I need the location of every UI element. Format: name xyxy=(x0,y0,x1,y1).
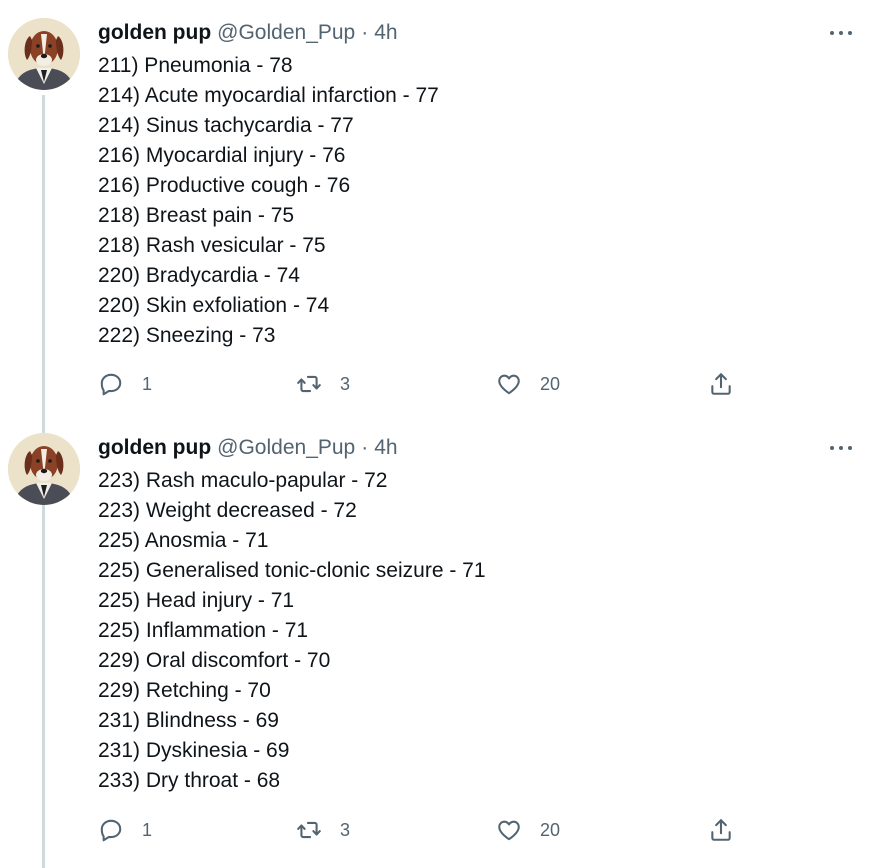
list-item: 225) Inflammation - 71 xyxy=(98,619,309,642)
share-button[interactable] xyxy=(708,368,734,400)
list-item: 222) Sneezing - 73 xyxy=(98,324,276,347)
timestamp[interactable]: 4h xyxy=(374,21,397,45)
list-item: 216) Myocardial injury - 76 xyxy=(98,144,346,167)
more-icon[interactable] xyxy=(830,437,852,459)
list-item: 220) Skin exfoliation - 74 xyxy=(98,294,330,317)
tweet-text: 223) Rash maculo-papular - 72 223) Weigh… xyxy=(98,466,486,796)
more-icon[interactable] xyxy=(830,22,852,44)
retweet-count: 3 xyxy=(340,819,351,840)
tweet-header: golden pup @Golden_Pup · 4h xyxy=(98,433,398,463)
list-item: 225) Anosmia - 71 xyxy=(98,529,269,552)
list-item: 223) Rash maculo-papular - 72 xyxy=(98,469,388,492)
retweet-icon xyxy=(297,375,321,393)
list-item: 218) Rash vesicular - 75 xyxy=(98,234,326,257)
retweet-button[interactable]: 3 xyxy=(296,814,350,846)
like-count: 20 xyxy=(540,373,561,394)
list-item: 231) Blindness - 69 xyxy=(98,709,279,732)
reply-icon xyxy=(100,373,122,396)
list-item: 214) Sinus tachycardia - 77 xyxy=(98,114,354,137)
reply-count: 1 xyxy=(142,819,153,840)
avatar[interactable] xyxy=(8,18,80,90)
separator-dot: · xyxy=(361,436,369,459)
heart-icon xyxy=(498,374,520,395)
author-name[interactable]: golden pup xyxy=(98,21,211,45)
list-item: 211) Pneumonia - 78 xyxy=(98,54,293,77)
list-item: 223) Weight decreased - 72 xyxy=(98,499,357,522)
reply-button[interactable]: 1 xyxy=(98,368,152,400)
like-button[interactable]: 20 xyxy=(496,368,560,400)
list-item: 218) Breast pain - 75 xyxy=(98,204,295,227)
reply-button[interactable]: 1 xyxy=(98,814,152,846)
retweet-button[interactable]: 3 xyxy=(296,368,350,400)
author-name[interactable]: golden pup xyxy=(98,436,211,460)
avatar[interactable] xyxy=(8,433,80,505)
list-item: 229) Retching - 70 xyxy=(98,679,271,702)
reply-count: 1 xyxy=(142,373,153,394)
list-item: 220) Bradycardia - 74 xyxy=(98,264,300,287)
list-item: 216) Productive cough - 76 xyxy=(98,174,351,197)
list-item: 214) Acute myocardial infarction - 77 xyxy=(98,84,439,107)
share-button[interactable] xyxy=(708,814,734,846)
tweet[interactable]: golden pup @Golden_Pup · 4h 223) Rash ma… xyxy=(0,415,879,868)
tweet-header: golden pup @Golden_Pup · 4h xyxy=(98,18,398,48)
tweet-text: 211) Pneumonia - 78 214) Acute myocardia… xyxy=(98,51,439,351)
like-count: 20 xyxy=(540,819,561,840)
tweet-actions: 1 3 20 xyxy=(98,814,858,846)
share-icon xyxy=(711,373,731,395)
share-icon xyxy=(711,819,731,841)
list-item: 225) Head injury - 71 xyxy=(98,589,295,612)
list-item: 233) Dry throat - 68 xyxy=(98,769,281,792)
timestamp[interactable]: 4h xyxy=(374,436,397,460)
tweet-actions: 1 3 20 xyxy=(98,368,858,400)
list-item: 229) Oral discomfort - 70 xyxy=(98,649,331,672)
retweet-icon xyxy=(297,821,321,839)
like-button[interactable]: 20 xyxy=(496,814,560,846)
list-item: 225) Generalised tonic-clonic seizure - … xyxy=(98,559,486,582)
author-handle[interactable]: @Golden_Pup xyxy=(217,436,355,460)
tweet[interactable]: golden pup @Golden_Pup · 4h 211) Pneumon… xyxy=(0,0,879,420)
list-item: 231) Dyskinesia - 69 xyxy=(98,739,290,762)
reply-icon xyxy=(100,819,122,842)
retweet-count: 3 xyxy=(340,373,351,394)
heart-icon xyxy=(498,820,520,841)
separator-dot: · xyxy=(361,21,369,44)
author-handle[interactable]: @Golden_Pup xyxy=(217,21,355,45)
